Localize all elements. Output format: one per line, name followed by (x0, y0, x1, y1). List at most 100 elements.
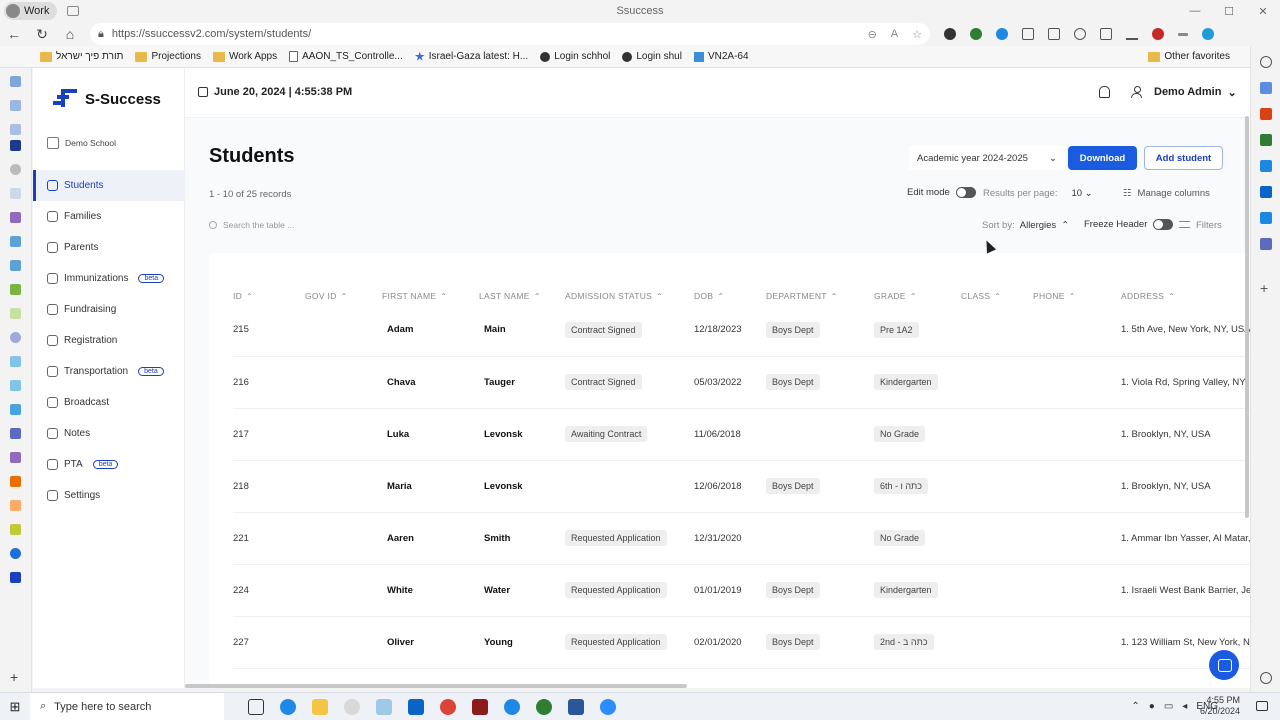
app-icon[interactable] (504, 698, 520, 715)
school-selector[interactable]: Demo School (47, 137, 116, 149)
favorite-star-icon[interactable]: ☆ (912, 28, 922, 41)
tab-icon[interactable] (10, 260, 21, 271)
column-header-id[interactable]: ID ⌃ (233, 287, 305, 304)
other-favorites[interactable]: Other favorites (1148, 51, 1230, 62)
nav-item-students[interactable]: Students (33, 170, 185, 201)
favorite-item[interactable]: Login shul (622, 51, 682, 62)
manage-columns-button[interactable]: ☷ Manage columns (1123, 188, 1210, 199)
split-screen-icon[interactable] (1048, 28, 1060, 40)
minimize-button[interactable]: — (1178, 0, 1212, 22)
nav-item-transportation[interactable]: Transportation beta (33, 356, 185, 387)
horizontal-scrollbar[interactable] (185, 684, 687, 688)
network-icon[interactable]: ▭ (1164, 701, 1173, 712)
word-icon[interactable] (568, 698, 584, 715)
vertical-scrollbar[interactable] (1245, 116, 1249, 518)
tab-icon[interactable] (10, 100, 21, 111)
tab-icon[interactable] (10, 284, 21, 295)
tab-icon[interactable] (10, 236, 21, 247)
tab-icon[interactable] (10, 188, 21, 199)
more-menu-icon[interactable] (1178, 32, 1188, 36)
new-tab-icon[interactable]: + (10, 670, 21, 684)
taskbar-clock[interactable]: 4:55 PM 6/20/2024 (1200, 695, 1240, 717)
tab-icon[interactable] (10, 548, 21, 559)
chrome-icon[interactable] (440, 698, 456, 715)
tab-icon[interactable] (10, 212, 21, 223)
teams-icon[interactable] (1260, 238, 1272, 250)
table-row[interactable]: 216 Chava Tauger Contract Signed 05/03/2022 B… (233, 356, 1250, 409)
tab-icon[interactable] (10, 500, 21, 511)
settings-gear-icon[interactable] (1260, 672, 1272, 684)
favorite-item[interactable]: Projections (135, 51, 201, 62)
favorite-item[interactable]: VN2A-64 (693, 51, 749, 62)
column-header-admission-status[interactable]: ADMISSION STATUS ⌃ (565, 287, 694, 304)
edit-mode-toggle[interactable] (955, 187, 976, 198)
tab-icon[interactable] (10, 524, 21, 535)
send-icon[interactable] (1260, 212, 1272, 224)
extension-icon[interactable] (970, 28, 982, 40)
favorite-item[interactable]: Israel-Gaza latest: H... (414, 51, 528, 62)
back-button[interactable]: ← (0, 22, 28, 46)
tab-icon[interactable] (10, 380, 21, 391)
academic-year-select[interactable]: Academic year 2024-2025 ⌄ (909, 146, 1065, 170)
zoom-icon[interactable] (600, 698, 616, 715)
downloads-icon[interactable] (1126, 28, 1138, 40)
user-menu[interactable]: Demo Admin ⌄ (1154, 86, 1237, 99)
microphone-icon[interactable]: ● (1149, 701, 1155, 712)
app-icon[interactable] (472, 698, 488, 715)
notifications-icon[interactable] (1256, 701, 1268, 711)
task-view-icon[interactable] (248, 698, 264, 715)
tab-icon[interactable] (10, 452, 21, 463)
collections-icon[interactable] (1100, 28, 1112, 40)
home-button[interactable]: ⌂ (56, 22, 84, 46)
quickbooks-icon[interactable] (536, 698, 552, 715)
column-header-grade[interactable]: GRADE ⌃ (874, 287, 961, 304)
app-icon[interactable] (344, 698, 360, 715)
shopping-icon[interactable] (1260, 82, 1272, 94)
user-icon[interactable] (1131, 86, 1142, 98)
freeze-header-toggle[interactable] (1153, 219, 1174, 230)
column-header-first-name[interactable]: FIRST NAME ⌃ (382, 287, 479, 304)
table-row[interactable]: 227 Oliver Young Requested Application 02/01… (233, 616, 1250, 669)
close-window-button[interactable]: ✕ (1246, 0, 1280, 22)
column-header-class[interactable]: CLASS ⌃ (961, 287, 1033, 304)
chevron-up-icon[interactable]: ⌃ (1131, 701, 1139, 712)
extension-icon[interactable] (1152, 28, 1164, 40)
favorite-item[interactable]: Login schhol (540, 51, 610, 62)
edge-icon[interactable] (280, 698, 296, 715)
read-aloud-icon[interactable]: A (891, 28, 898, 41)
extension-icon[interactable] (996, 28, 1008, 40)
zoom-icon[interactable]: ⊖ (868, 28, 877, 41)
windows-start-icon[interactable]: ⊞ (0, 699, 30, 715)
file-explorer-icon[interactable] (312, 698, 328, 715)
search-icon[interactable] (1260, 56, 1272, 68)
column-header-gov-id[interactable]: GOV ID ⌃ (305, 287, 382, 304)
table-row[interactable]: 217 Luka Levonsk Awaiting Contract 11/06/201… (233, 408, 1250, 461)
table-row[interactable]: 215 Adam Main Contract Signed 12/18/2023 Boys… (233, 304, 1250, 357)
nav-item-fundraising[interactable]: Fundraising (33, 294, 185, 325)
favorites-icon[interactable] (1074, 28, 1086, 40)
logo[interactable]: S-Success (53, 89, 161, 109)
app-icon[interactable] (408, 698, 424, 715)
tab-icon[interactable] (10, 332, 21, 343)
nav-item-settings[interactable]: Settings (33, 480, 185, 511)
chat-support-button[interactable] (1209, 650, 1239, 680)
download-button[interactable]: Download (1068, 146, 1137, 170)
app-icon[interactable] (376, 698, 392, 715)
table-search[interactable]: Search the table ... (209, 220, 294, 230)
favorite-item[interactable]: AAON_TS_Controlle... (289, 51, 403, 62)
sort-by-control[interactable]: Sort by: Allergies ⌃ (982, 220, 1069, 231)
tab-icon[interactable] (10, 404, 21, 415)
tools-icon[interactable] (1260, 108, 1272, 120)
copilot-icon[interactable] (1202, 28, 1214, 40)
table-row[interactable]: 224 White Water Requested Application 01/01/… (233, 564, 1250, 617)
maximize-button[interactable]: ☐ (1212, 0, 1246, 22)
tab-icon[interactable] (10, 476, 21, 487)
nav-item-registration[interactable]: Registration (33, 325, 185, 356)
volume-icon[interactable]: ◂ (1182, 701, 1187, 712)
url-field[interactable]: 🔒︎ https://ssuccessv2.com/system/student… (90, 23, 930, 45)
extension-icon[interactable] (944, 28, 956, 40)
games-icon[interactable] (1260, 134, 1272, 146)
office-icon[interactable] (1260, 160, 1272, 172)
profile-button[interactable]: Work (4, 2, 58, 20)
column-header-last-name[interactable]: LAST NAME ⌃ (479, 287, 565, 304)
